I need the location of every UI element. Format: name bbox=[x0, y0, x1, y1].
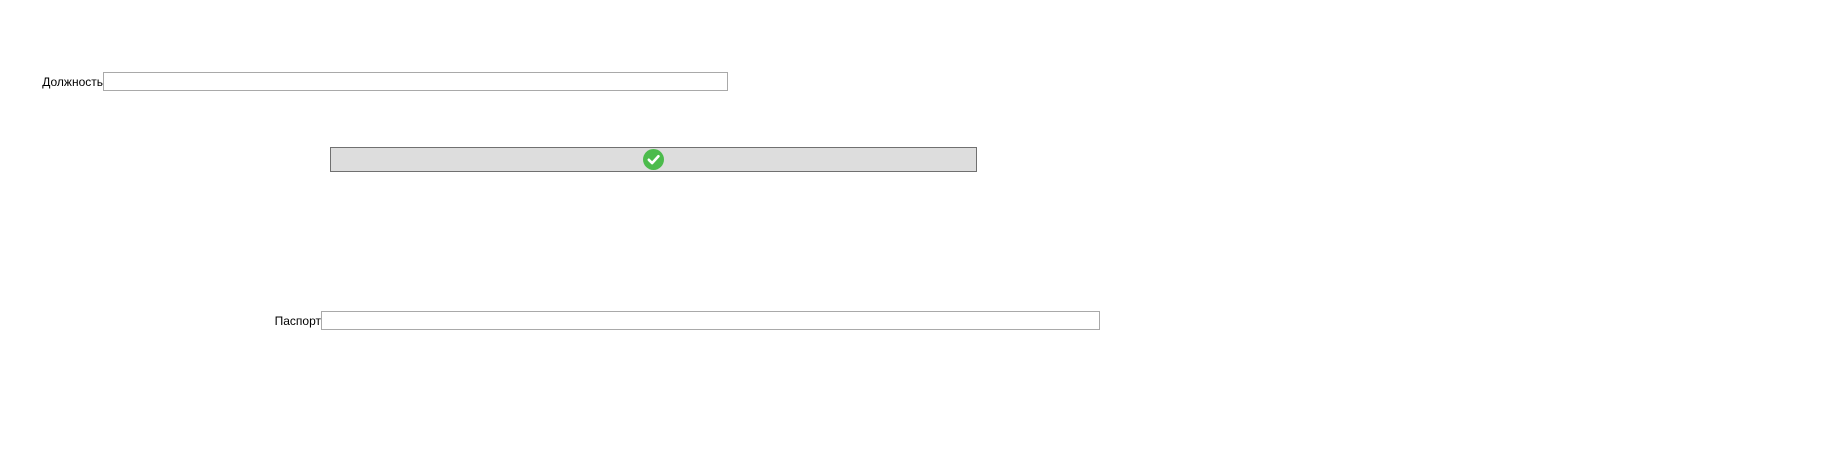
position-input[interactable] bbox=[103, 72, 728, 91]
check-circle-icon bbox=[643, 149, 664, 170]
confirm-button[interactable] bbox=[330, 147, 977, 172]
passport-label: Паспорт bbox=[274, 314, 321, 328]
passport-input[interactable] bbox=[321, 311, 1100, 330]
position-label: Должность bbox=[42, 75, 103, 89]
